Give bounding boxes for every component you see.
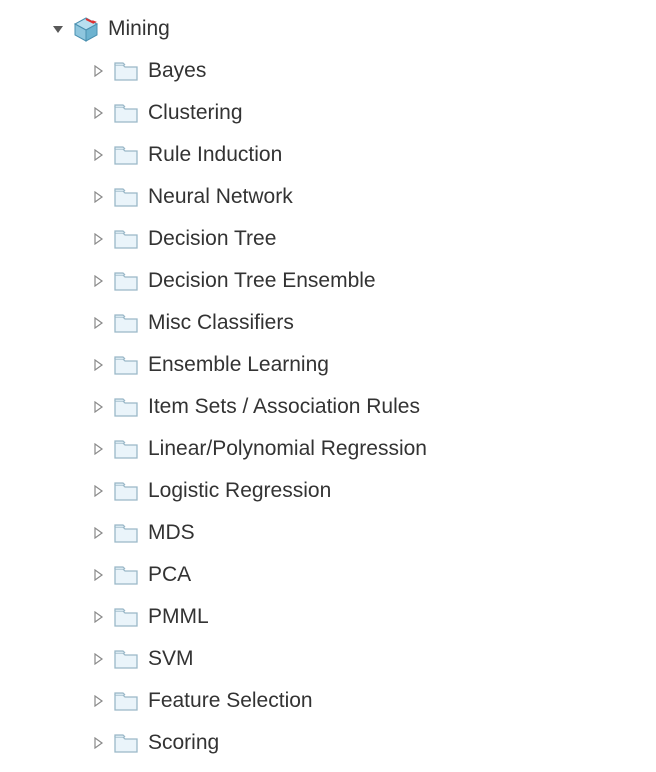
expander-closed-icon[interactable] [90,357,106,373]
cube-icon [72,15,100,43]
tree-item-label: Item Sets / Association Rules [148,395,420,419]
folder-icon [112,435,140,463]
folder-icon [112,645,140,673]
tree-item-decision-tree-ensemble[interactable]: Decision Tree Ensemble [0,260,656,302]
tree-item-label: PMML [148,605,209,629]
tree-item-label: PCA [148,563,191,587]
tree-item-clustering[interactable]: Clustering [0,92,656,134]
tree-item-decision-tree[interactable]: Decision Tree [0,218,656,260]
folder-icon [112,351,140,379]
folder-icon [112,603,140,631]
tree-item-item-sets-association-rules[interactable]: Item Sets / Association Rules [0,386,656,428]
tree-item-logistic-regression[interactable]: Logistic Regression [0,470,656,512]
tree-item-mining[interactable]: Mining [0,8,656,50]
expander-closed-icon[interactable] [90,693,106,709]
folder-icon [112,267,140,295]
tree-item-misc-classifiers[interactable]: Misc Classifiers [0,302,656,344]
tree-item-svm[interactable]: SVM [0,638,656,680]
expander-closed-icon[interactable] [90,399,106,415]
tree-item-rule-induction[interactable]: Rule Induction [0,134,656,176]
tree-item-label: Decision Tree Ensemble [148,269,376,293]
tree-item-label: Logistic Regression [148,479,331,503]
expander-closed-icon[interactable] [90,651,106,667]
expander-closed-icon[interactable] [90,735,106,751]
expander-closed-icon[interactable] [90,105,106,121]
tree-item-label: Neural Network [148,185,293,209]
expander-closed-icon[interactable] [90,567,106,583]
folder-icon [112,183,140,211]
expander-closed-icon[interactable] [90,273,106,289]
folder-icon [112,519,140,547]
tree-item-label: Feature Selection [148,689,313,713]
tree-view: Mining Bayes Clusterin [0,8,656,764]
tree-item-label: Linear/Polynomial Regression [148,437,427,461]
tree-item-label: Ensemble Learning [148,353,329,377]
tree-item-label: Scoring [148,731,219,755]
tree-item-neural-network[interactable]: Neural Network [0,176,656,218]
tree-item-label: Misc Classifiers [148,311,294,335]
tree-item-label: Clustering [148,101,243,125]
tree-item-pmml[interactable]: PMML [0,596,656,638]
tree-children: Bayes Clustering Rule Induct [0,50,656,764]
expander-closed-icon[interactable] [90,609,106,625]
folder-icon [112,309,140,337]
expander-closed-icon[interactable] [90,483,106,499]
tree-item-ensemble-learning[interactable]: Ensemble Learning [0,344,656,386]
tree-item-label: MDS [148,521,195,545]
folder-icon [112,687,140,715]
tree-item-bayes[interactable]: Bayes [0,50,656,92]
tree-item-label: SVM [148,647,194,671]
tree-item-label: Decision Tree [148,227,276,251]
tree-item-label: Mining [108,17,170,41]
tree-item-mds[interactable]: MDS [0,512,656,554]
folder-icon [112,393,140,421]
folder-icon [112,561,140,589]
folder-icon [112,477,140,505]
tree-item-label: Rule Induction [148,143,282,167]
expander-closed-icon[interactable] [90,441,106,457]
folder-icon [112,729,140,757]
folder-icon [112,57,140,85]
expander-open-icon[interactable] [50,21,66,37]
expander-closed-icon[interactable] [90,315,106,331]
expander-closed-icon[interactable] [90,63,106,79]
expander-closed-icon[interactable] [90,189,106,205]
tree-item-feature-selection[interactable]: Feature Selection [0,680,656,722]
folder-icon [112,99,140,127]
folder-icon [112,225,140,253]
expander-closed-icon[interactable] [90,147,106,163]
tree-item-pca[interactable]: PCA [0,554,656,596]
tree-item-label: Bayes [148,59,206,83]
expander-closed-icon[interactable] [90,525,106,541]
tree-item-scoring[interactable]: Scoring [0,722,656,764]
tree-item-linear-polynomial-regression[interactable]: Linear/Polynomial Regression [0,428,656,470]
expander-closed-icon[interactable] [90,231,106,247]
folder-icon [112,141,140,169]
